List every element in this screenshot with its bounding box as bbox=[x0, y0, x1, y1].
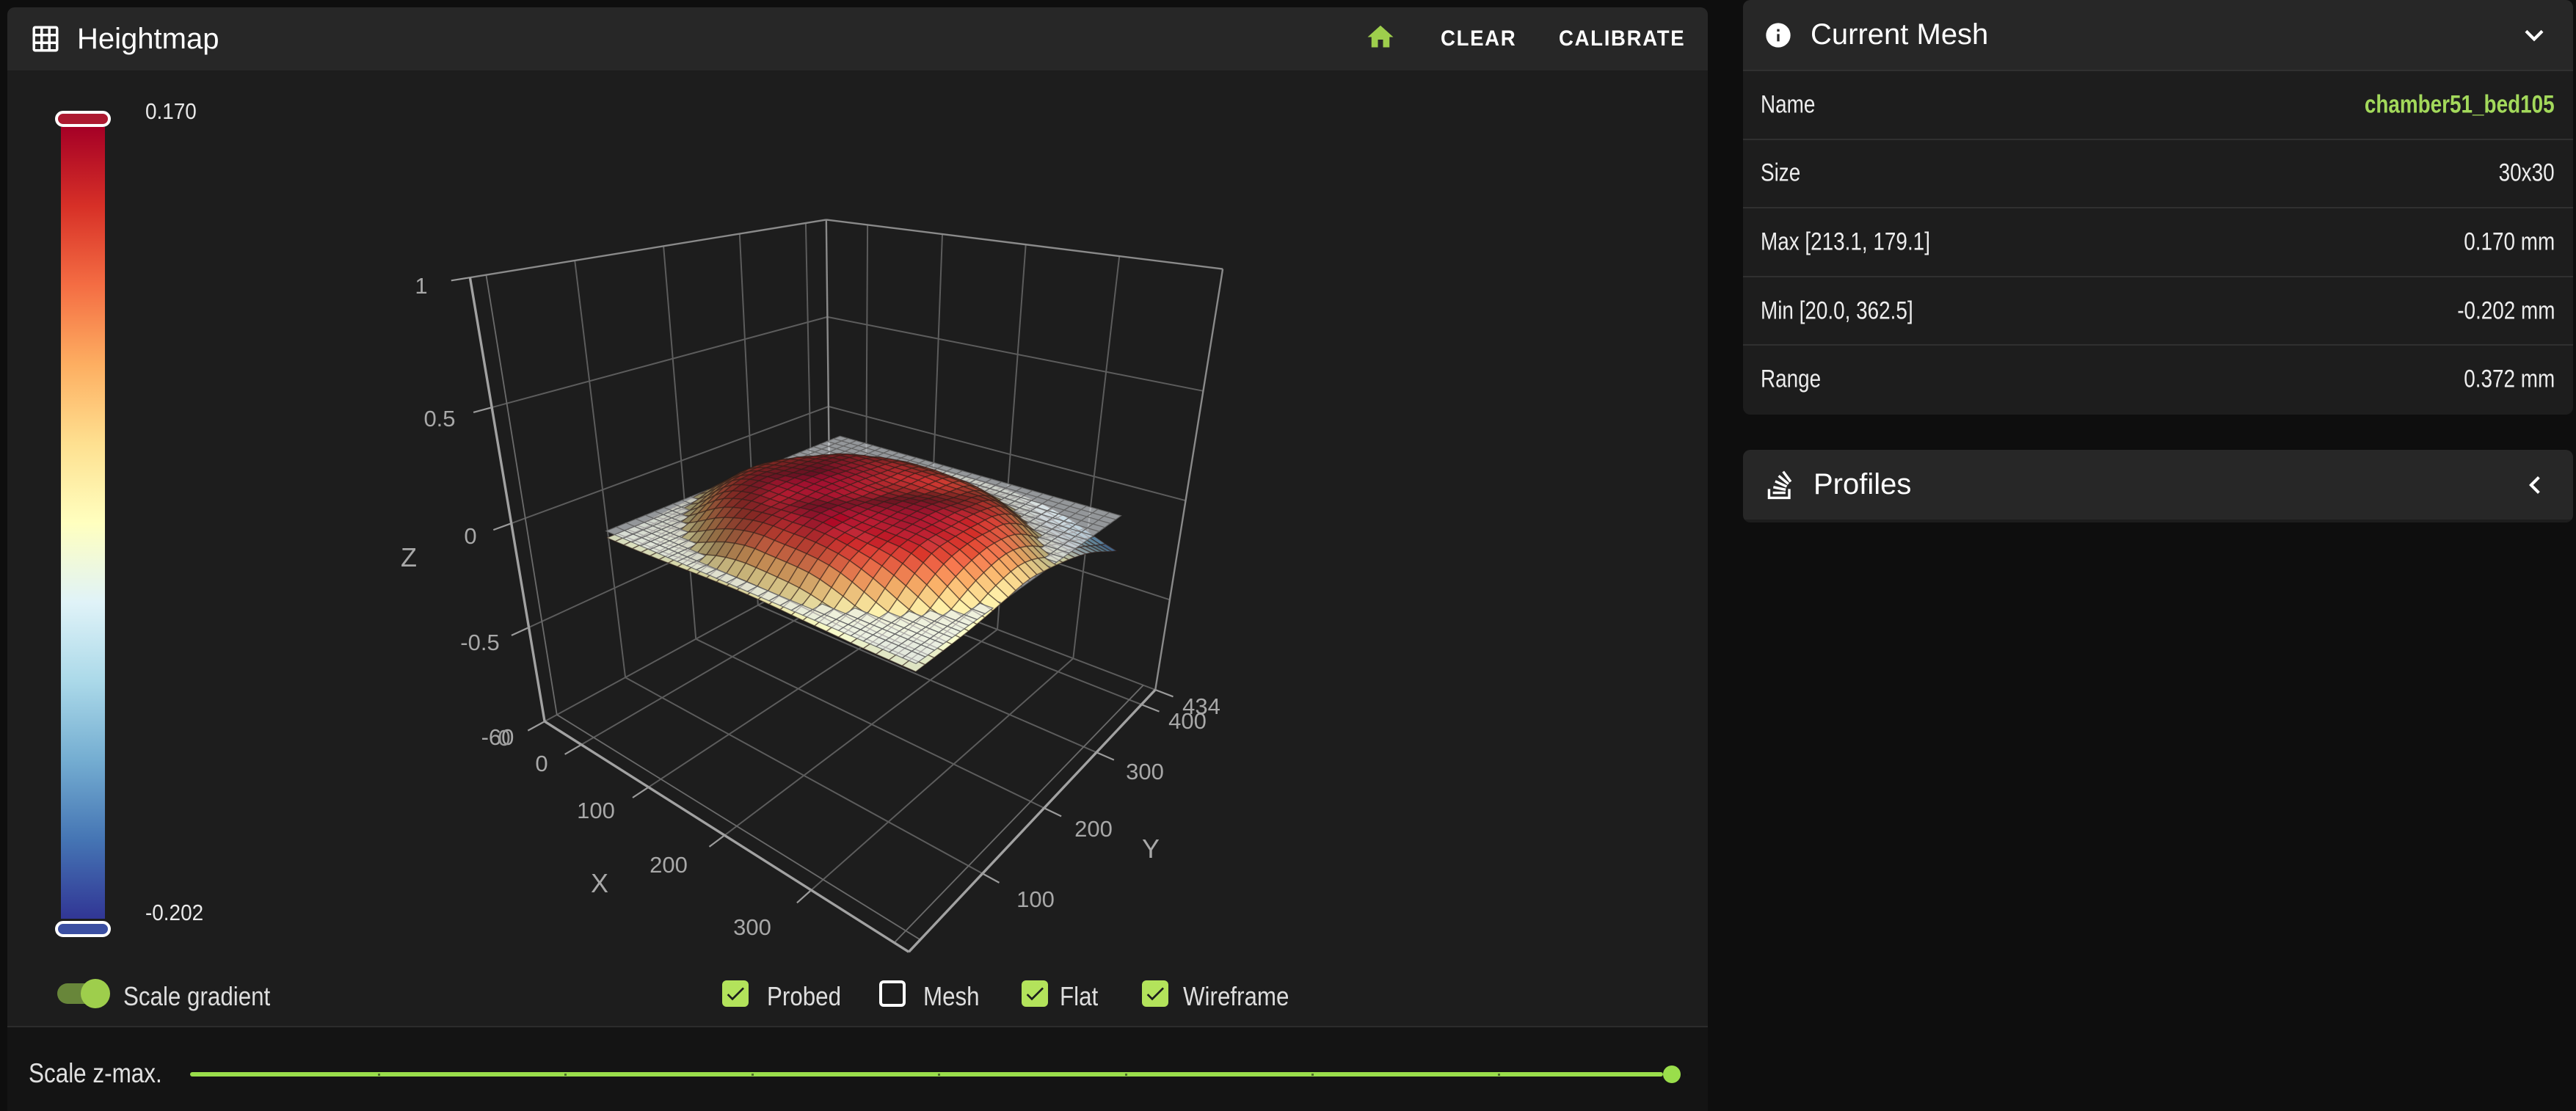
svg-text:0: 0 bbox=[464, 523, 476, 549]
svg-text:X: X bbox=[591, 868, 608, 898]
svg-text:0: 0 bbox=[535, 751, 547, 776]
svg-text:300: 300 bbox=[1126, 759, 1164, 784]
svg-text:-0.5: -0.5 bbox=[460, 630, 499, 655]
svg-text:100: 100 bbox=[577, 798, 615, 823]
svg-text:300: 300 bbox=[733, 914, 771, 940]
svg-text:Z: Z bbox=[401, 542, 417, 572]
svg-text:100: 100 bbox=[1016, 886, 1055, 912]
svg-text:200: 200 bbox=[650, 852, 688, 878]
svg-text:0: 0 bbox=[498, 725, 510, 751]
svg-text:1: 1 bbox=[415, 273, 427, 299]
svg-text:434: 434 bbox=[1182, 693, 1220, 719]
svg-text:200: 200 bbox=[1074, 816, 1113, 842]
svg-text:0.5: 0.5 bbox=[423, 406, 455, 431]
svg-text:Y: Y bbox=[1142, 834, 1160, 864]
